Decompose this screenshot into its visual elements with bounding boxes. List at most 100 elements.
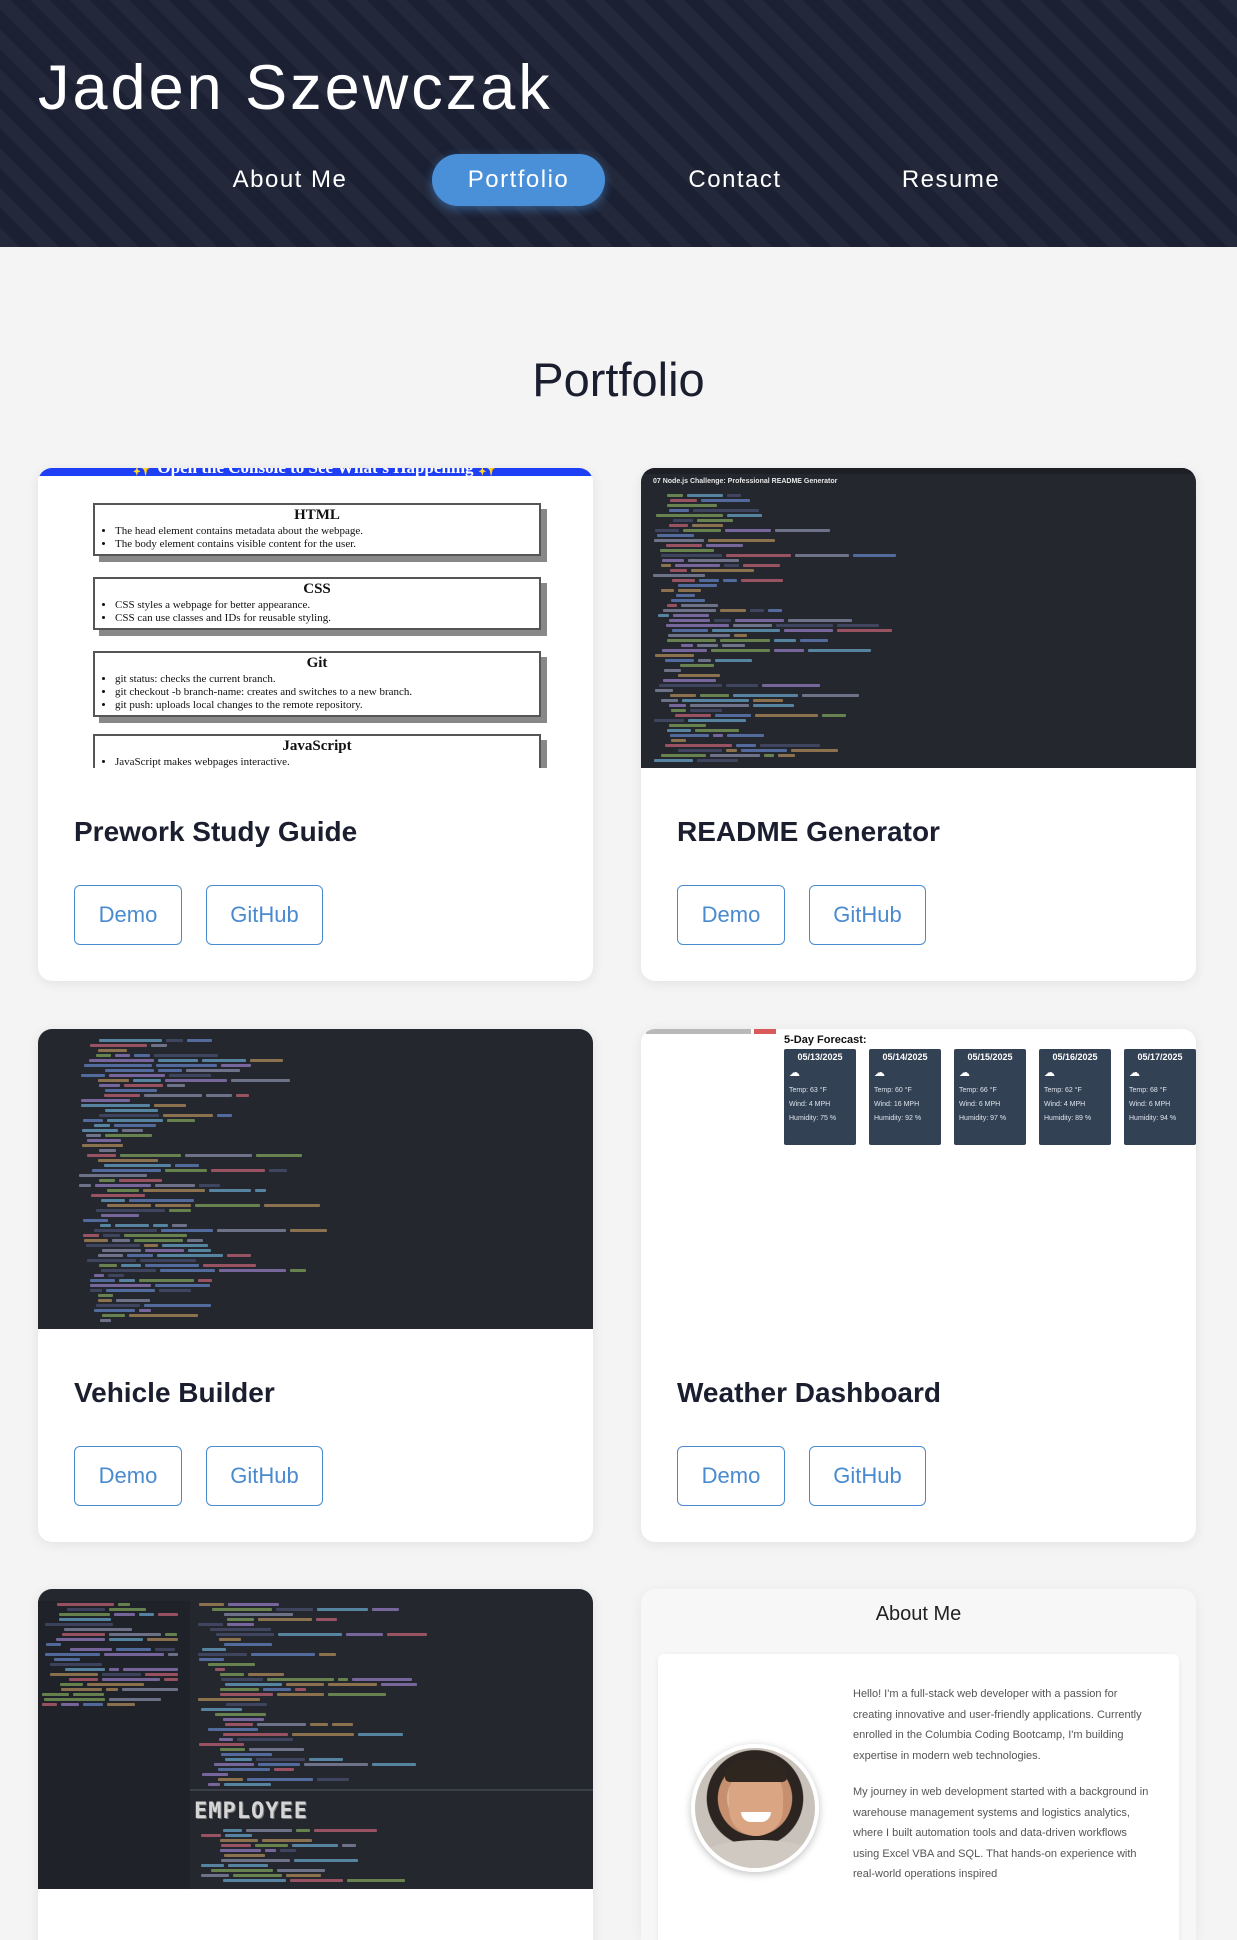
rain-cloud-icon: ☁ [874, 1067, 885, 1079]
code-line [108, 1274, 124, 1277]
code-line [59, 1613, 110, 1616]
box-heading: JavaScript [282, 738, 352, 754]
code-line [134, 1239, 183, 1242]
github-button[interactable]: GitHub [809, 885, 926, 945]
code-line [277, 1869, 325, 1872]
forecast-wind: Wind: 4 MPH [1044, 1101, 1086, 1108]
code-line [358, 1733, 403, 1736]
code-line [654, 539, 704, 542]
code-line [164, 1678, 178, 1681]
code-line [249, 1748, 304, 1751]
code-line [735, 619, 784, 622]
code-line [106, 1289, 155, 1292]
forecast-date: 05/15/2025 [967, 1052, 1013, 1062]
code-line [83, 1219, 108, 1222]
code-line [695, 729, 739, 732]
code-line [676, 594, 695, 597]
code-line [724, 564, 739, 567]
code-line [94, 1124, 110, 1127]
code-line [725, 529, 771, 532]
code-line [218, 1778, 243, 1781]
code-line [203, 1264, 256, 1267]
code-line [124, 1234, 187, 1237]
console-banner-text: ✨ Open the Console to See What's Happeni… [38, 468, 593, 478]
code-line [59, 1618, 111, 1621]
code-line [678, 749, 722, 752]
code-line [84, 1064, 152, 1067]
code-line [223, 1829, 242, 1832]
code-line [276, 1608, 313, 1611]
demo-button[interactable]: Demo [74, 1446, 182, 1506]
code-line [681, 644, 693, 647]
code-line [257, 1723, 306, 1726]
code-line [319, 1653, 336, 1656]
code-line [700, 694, 729, 697]
code-line [87, 1683, 144, 1686]
code-line [81, 1074, 105, 1077]
code-line [667, 604, 677, 607]
code-line [690, 704, 749, 707]
project-screenshot: 07 Node.js Challenge: Professional READM… [641, 468, 1196, 768]
code-line [671, 709, 686, 712]
code-line [837, 629, 892, 632]
code-line [698, 659, 711, 662]
code-line [90, 1279, 115, 1282]
code-line [166, 1039, 183, 1042]
code-line [264, 1204, 320, 1207]
code-line [144, 1304, 211, 1307]
code-line [109, 1638, 143, 1641]
code-line [726, 749, 737, 752]
nav-resume[interactable]: Resume [875, 154, 1027, 206]
code-line [90, 1284, 151, 1287]
code-line [248, 1673, 284, 1676]
code-line [169, 1209, 191, 1212]
code-line [693, 509, 759, 512]
nav-contact[interactable]: Contact [660, 154, 810, 206]
forecast-day: 05/17/2025 ☁ Temp: 68 °F Wind: 6 MPH Hum… [1124, 1049, 1196, 1145]
code-line [795, 554, 849, 557]
code-line [104, 1094, 140, 1097]
code-line [688, 719, 746, 722]
code-line [733, 694, 798, 697]
code-line [280, 1849, 296, 1852]
project-screenshot: ✨ Open the Console to See What's Happeni… [38, 468, 593, 768]
code-line [687, 494, 723, 497]
code-line [667, 504, 717, 507]
github-button[interactable]: GitHub [206, 1446, 323, 1506]
demo-button[interactable]: Demo [677, 885, 785, 945]
code-line [712, 629, 780, 632]
code-line [101, 1269, 156, 1272]
code-line [129, 1314, 198, 1317]
forecast-temp: Temp: 62 °F [1044, 1087, 1082, 1094]
code-line [139, 1613, 154, 1616]
code-line [82, 1144, 123, 1147]
code-line [750, 609, 764, 612]
code-line [209, 1189, 251, 1192]
code-line [226, 1703, 267, 1706]
forecast-day: 05/13/2025 ☁ Temp: 63 °F Wind: 4 MPH Hum… [784, 1049, 856, 1145]
github-button[interactable]: GitHub [206, 885, 323, 945]
nav-about-me[interactable]: About Me [212, 154, 368, 206]
readme-heading: 07 Node.js Challenge: Professional READM… [653, 478, 838, 485]
code-line [683, 529, 721, 532]
code-line [98, 1079, 129, 1082]
demo-button[interactable]: Demo [677, 1446, 785, 1506]
code-line [120, 1154, 181, 1157]
code-line [294, 1859, 358, 1862]
code-line [736, 744, 756, 747]
demo-button[interactable]: Demo [74, 885, 182, 945]
code-line [223, 1718, 264, 1721]
github-button[interactable]: GitHub [809, 1446, 926, 1506]
code-line [102, 1678, 160, 1681]
code-line [277, 1693, 324, 1696]
profile-photo [691, 1744, 819, 1872]
code-line [73, 1693, 104, 1696]
code-line [98, 1294, 113, 1297]
terminal-divider [190, 1789, 593, 1791]
code-line [286, 1874, 321, 1877]
code-line [134, 1054, 150, 1057]
nav-portfolio[interactable]: Portfolio [432, 154, 605, 206]
code-line [161, 1229, 213, 1232]
code-line [95, 1184, 151, 1187]
code-line [691, 569, 754, 572]
